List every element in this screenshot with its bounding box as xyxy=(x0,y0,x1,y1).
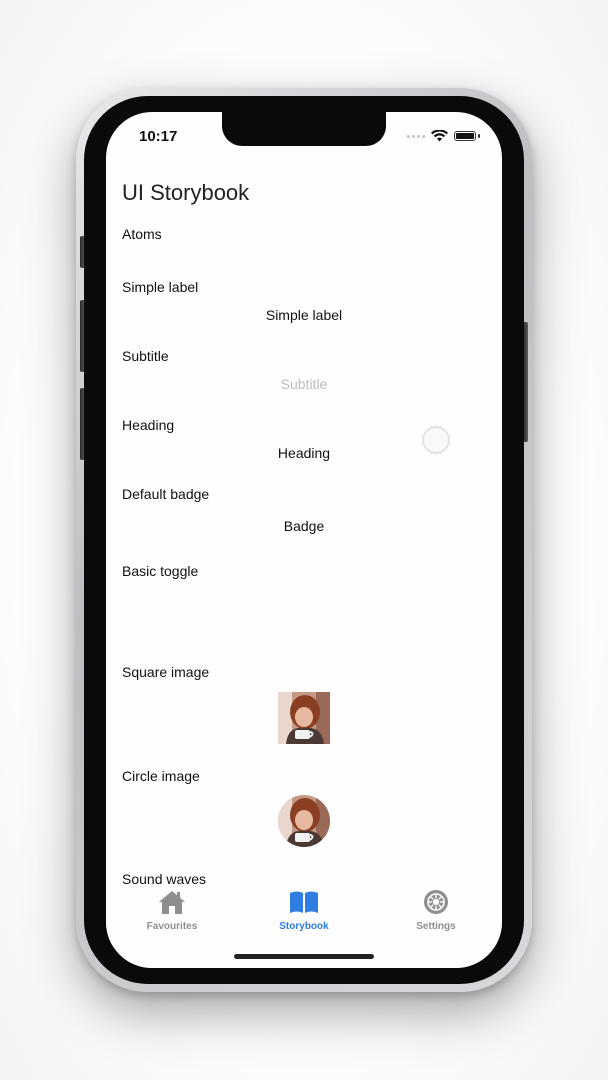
subtitle-demo: Subtitle xyxy=(280,376,328,392)
tab-storybook[interactable]: Storybook xyxy=(254,888,354,932)
notch xyxy=(222,112,386,146)
row-label-simple-label: Simple label xyxy=(122,279,199,295)
battery-nub xyxy=(478,134,480,138)
touch-indicator xyxy=(422,426,450,454)
simple-label-demo: Simple label xyxy=(265,307,343,323)
tab-settings[interactable]: Settings xyxy=(386,888,486,932)
wifi-icon xyxy=(431,130,448,142)
badge-demo[interactable]: Badge xyxy=(106,518,502,534)
section-heading-atoms: Atoms xyxy=(122,226,162,242)
row-label-heading: Heading xyxy=(122,417,175,433)
row-label-default-badge: Default badge xyxy=(122,486,210,502)
book-icon xyxy=(290,891,318,913)
page-title: UI Storybook xyxy=(122,180,250,205)
square-image xyxy=(278,692,330,744)
circle-image xyxy=(278,795,330,847)
tab-storybook-label: Storybook xyxy=(279,921,329,932)
house-icon xyxy=(159,891,185,914)
screen: 10:17 UI Storybook Atoms Simple label Si… xyxy=(106,112,502,968)
status-time: 10:17 xyxy=(139,128,178,145)
tab-favourites-label: Favourites xyxy=(146,921,198,932)
home-indicator[interactable] xyxy=(234,954,374,959)
background: 10:17 UI Storybook Atoms Simple label Si… xyxy=(0,0,608,1080)
battery-icon xyxy=(454,131,476,141)
row-label-square-image: Square image xyxy=(122,664,210,680)
tab-settings-label: Settings xyxy=(416,921,456,932)
row-label-basic-toggle: Basic toggle xyxy=(122,563,199,579)
row-label-circle-image: Circle image xyxy=(122,768,200,784)
gear-icon xyxy=(424,890,448,914)
row-label-subtitle: Subtitle xyxy=(122,348,169,364)
signal-icon xyxy=(407,134,425,138)
status-icons xyxy=(407,130,480,142)
tab-favourites[interactable]: Favourites xyxy=(122,888,222,932)
